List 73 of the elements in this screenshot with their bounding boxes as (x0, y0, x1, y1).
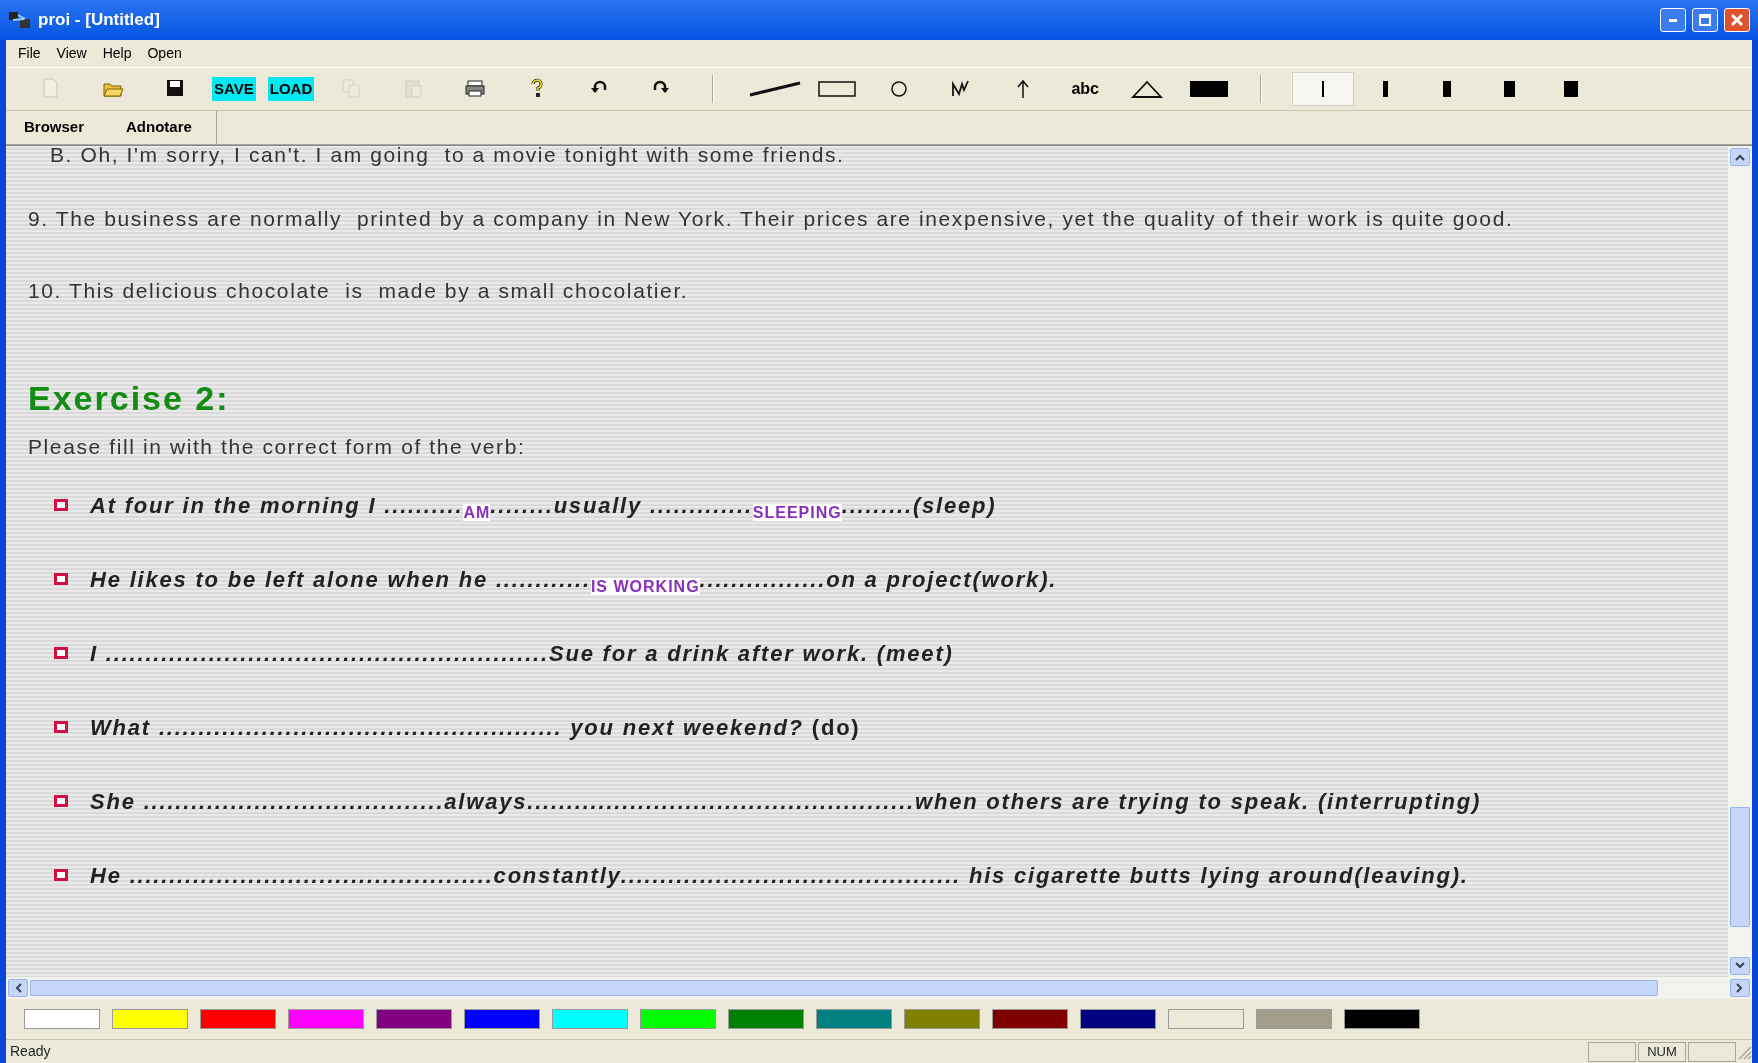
maximize-icon (1698, 13, 1712, 27)
scroll-thumb[interactable] (1730, 807, 1750, 927)
line-width-icon (1564, 81, 1579, 97)
chevron-down-icon (1735, 962, 1745, 970)
color-swatch[interactable] (728, 1009, 804, 1029)
color-swatch[interactable] (376, 1009, 452, 1029)
exercise-sentence: I ........................................................Sue for a drink after work. (meet) (90, 639, 954, 668)
status-panel (1688, 1041, 1736, 1062)
horizontal-scrollbar[interactable] (6, 977, 1752, 999)
menu-item[interactable]: File (10, 43, 49, 64)
line-width-icon (1322, 81, 1325, 97)
exercise-sentence: She ......................................always.................................................when others are trying to speak. (interrupting) (90, 787, 1482, 816)
color-swatch[interactable] (816, 1009, 892, 1029)
maximize-button[interactable] (1692, 8, 1718, 32)
window-title: proi - [Untitled] (38, 9, 160, 32)
color-swatch[interactable] (552, 1009, 628, 1029)
minimize-button[interactable] (1660, 8, 1686, 32)
bullet-icon (54, 647, 68, 659)
paste-icon (402, 77, 425, 101)
exercise-sentence: He likes to be left alone when he ............$_{IS WORKING}$................on a project(work). (90, 565, 1058, 596)
color-swatch[interactable] (640, 1009, 716, 1029)
color-swatch[interactable] (1256, 1009, 1332, 1029)
color-swatch[interactable] (1168, 1009, 1244, 1029)
bullet-icon (54, 573, 68, 585)
exercise-heading: Exercise 2: (28, 378, 231, 418)
exercise-sentence: What ................................................... you next weekend? (do) (90, 713, 861, 742)
toolbar-button[interactable]: SAVE (212, 76, 256, 102)
color-swatch[interactable] (200, 1009, 276, 1029)
color-swatch[interactable] (992, 1009, 1068, 1029)
exercise-sentence: At four in the morning I ..........$_{AM}$........usually .............$_{SLEEPING}$.........(sleep) (90, 491, 997, 522)
minimize-icon (1669, 18, 1677, 22)
line-width-icon (1382, 81, 1388, 97)
paragraph: 10. This delicious chocolate is made by a small chocolatier. (28, 280, 690, 302)
bullet-icon (54, 499, 68, 511)
line-width-icon (1443, 81, 1452, 97)
scroll-down-button[interactable] (1730, 957, 1750, 975)
color-swatch[interactable] (464, 1009, 540, 1029)
resize-grip-icon (1736, 1043, 1752, 1060)
close-icon (1730, 13, 1744, 27)
app-icon (8, 9, 32, 31)
color-swatch[interactable] (288, 1009, 364, 1029)
color-swatch[interactable] (1080, 1009, 1156, 1029)
scroll-up-button[interactable] (1730, 148, 1750, 166)
tab[interactable]: Browser (6, 116, 109, 139)
bullet-icon (54, 721, 68, 733)
status-panel (1588, 1041, 1636, 1062)
chevron-left-icon (14, 983, 22, 993)
status-message: Ready (10, 1042, 52, 1061)
color-swatch[interactable] (24, 1009, 100, 1029)
menu-item[interactable]: Open (139, 43, 190, 64)
scroll-right-button[interactable] (1730, 979, 1750, 997)
chevron-right-icon (1736, 983, 1744, 993)
paragraph: B. Oh, I'm sorry, I can't. I am going to a movie tonight with some friends. (50, 146, 846, 164)
vertical-scrollbar[interactable] (1728, 146, 1752, 977)
color-swatch[interactable] (112, 1009, 188, 1029)
paragraph: 9. The business are normally printed by a company in New York. Their prices are inexpensive, yet the quality of their work is quite good. (28, 208, 1515, 230)
status-indicator: NUM (1638, 1041, 1686, 1062)
scroll-left-button[interactable] (8, 979, 28, 997)
toolbar-button[interactable]: LOAD (267, 76, 315, 102)
exercise-sentence: He ..............................................constantly........................................... his cigarette butts lying around(leaving). (90, 861, 1469, 890)
bullet-icon (54, 869, 68, 881)
color-swatch[interactable] (1344, 1009, 1420, 1029)
chevron-up-icon (1735, 153, 1745, 161)
color-swatch[interactable] (904, 1009, 980, 1029)
line-width-icon (1503, 81, 1515, 97)
menu-item[interactable]: View (48, 43, 95, 64)
tab[interactable]: Adnotare (108, 116, 216, 139)
menu-item[interactable]: Help (94, 43, 140, 64)
scroll-thumb[interactable] (30, 980, 1658, 996)
text-tool-button[interactable]: abc (1054, 72, 1117, 106)
close-button[interactable] (1724, 8, 1750, 32)
bullet-icon (54, 795, 68, 807)
instruction: Please fill in with the correct form of the verb: (28, 436, 527, 458)
